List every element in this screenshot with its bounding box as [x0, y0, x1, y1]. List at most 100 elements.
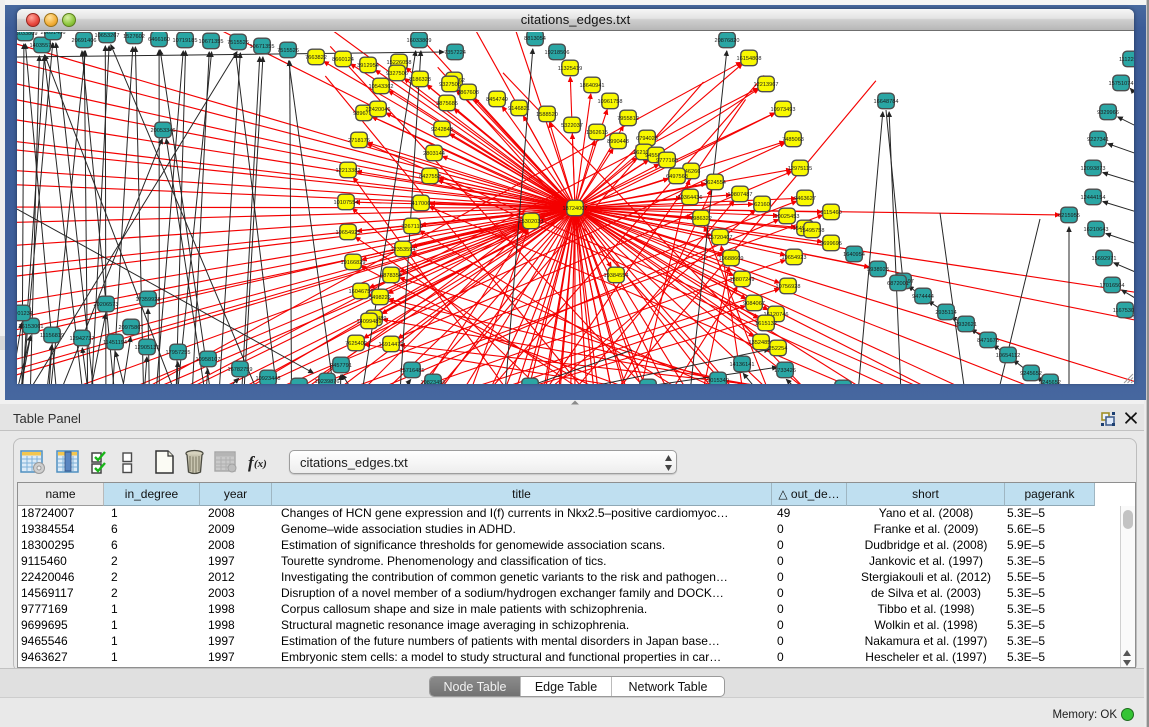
- svg-text:5901234: 5901234: [17, 311, 33, 317]
- svg-text:8660124: 8660124: [332, 57, 354, 63]
- svg-text:26153061: 26153061: [19, 324, 44, 330]
- svg-text:9329966: 9329966: [1097, 110, 1119, 116]
- svg-text:10688609: 10688609: [719, 256, 744, 262]
- svg-text:7515526: 7515526: [227, 40, 249, 46]
- svg-text:2935114: 2935114: [935, 310, 956, 316]
- svg-text:1527602: 1527602: [123, 34, 145, 40]
- svg-text:7663822: 7663822: [305, 55, 327, 61]
- svg-text:1733426: 1733426: [774, 368, 796, 374]
- svg-text:9457791: 9457791: [330, 363, 352, 369]
- svg-text:15720407: 15720407: [708, 235, 733, 241]
- svg-text:15751074: 15751074: [1109, 81, 1134, 87]
- svg-text:7932621: 7932621: [955, 322, 977, 328]
- svg-text:17359928: 17359928: [136, 297, 161, 303]
- svg-text:8990448: 8990448: [607, 139, 629, 145]
- svg-text:9015340: 9015340: [707, 378, 729, 384]
- svg-text:7485063: 7485063: [782, 137, 804, 143]
- svg-text:8427552: 8427552: [419, 174, 441, 180]
- svg-text:14099489: 14099489: [357, 319, 382, 325]
- svg-text:9115460: 9115460: [820, 210, 841, 216]
- svg-text:15716485: 15716485: [400, 368, 425, 374]
- svg-text:25302033: 25302033: [519, 219, 544, 225]
- svg-text:417006: 417006: [412, 201, 431, 207]
- svg-text:20876820: 20876820: [715, 38, 740, 44]
- svg-text:18640941: 18640941: [580, 83, 605, 89]
- svg-text:16914479: 16914479: [379, 342, 404, 348]
- svg-text:12942737: 12942737: [70, 336, 95, 342]
- svg-text:10958107: 10958107: [196, 357, 221, 363]
- svg-text:18724007: 18724007: [563, 206, 588, 212]
- svg-text:9327508: 9327508: [439, 82, 461, 88]
- svg-text:10654112: 10654112: [996, 353, 1020, 359]
- svg-text:9242848: 9242848: [431, 127, 453, 133]
- svg-text:10671355: 10671355: [250, 44, 275, 50]
- svg-text:1615132: 1615132: [755, 321, 777, 327]
- svg-text:16210643: 16210643: [1084, 227, 1109, 233]
- svg-text:5878354: 5878354: [380, 273, 402, 279]
- svg-text:18807249: 18807249: [730, 277, 755, 283]
- svg-text:10671355: 10671355: [199, 39, 224, 45]
- svg-text:3912954: 3912954: [357, 63, 379, 69]
- svg-text:2803144: 2803144: [423, 151, 445, 157]
- svg-text:9327506: 9327506: [386, 71, 408, 77]
- svg-text:9084067: 9084067: [743, 301, 765, 307]
- svg-text:17957255: 17957255: [166, 350, 191, 356]
- svg-text:8471676: 8471676: [977, 338, 999, 344]
- svg-text:9474444: 9474444: [912, 294, 934, 300]
- svg-text:7625402: 7625402: [345, 341, 367, 347]
- svg-text:19218506: 19218506: [545, 50, 570, 56]
- svg-text:12444154: 12444154: [1081, 195, 1106, 201]
- svg-text:5322037: 5322037: [561, 123, 583, 129]
- svg-text:19654923: 19654923: [782, 255, 807, 261]
- svg-text:11675309: 11675309: [1113, 308, 1134, 314]
- svg-text:11325419: 11325419: [558, 66, 582, 72]
- svg-text:1588520: 1588520: [536, 112, 558, 118]
- svg-text:8454749: 8454749: [486, 97, 508, 103]
- svg-text:20691406: 20691406: [72, 38, 97, 44]
- svg-text:3875685: 3875685: [436, 101, 458, 107]
- svg-text:10239876: 10239876: [315, 379, 340, 384]
- svg-text:20975867: 20975867: [119, 325, 144, 331]
- svg-text:10973493: 10973493: [771, 107, 796, 113]
- svg-text:10961758: 10961758: [598, 99, 623, 105]
- svg-text:9463627: 9463627: [794, 196, 816, 202]
- svg-text:19654925: 19654925: [336, 230, 361, 236]
- svg-text:10807487: 10807487: [728, 192, 753, 198]
- svg-text:10025453: 10025453: [775, 214, 800, 220]
- svg-text:16033809: 16033809: [17, 32, 37, 37]
- svg-text:6466160: 6466160: [148, 37, 170, 43]
- svg-text:10653267: 10653267: [95, 33, 120, 39]
- svg-text:12975115: 12975115: [788, 166, 812, 172]
- svg-text:8186328: 8186328: [409, 77, 431, 83]
- svg-text:15495758: 15495758: [800, 228, 825, 234]
- svg-text:9777169: 9777169: [656, 158, 678, 164]
- svg-text:3624554: 3624554: [704, 180, 726, 186]
- svg-text:2718176: 2718176: [348, 138, 370, 144]
- svg-text:12353594: 12353594: [391, 247, 416, 253]
- svg-text:62160: 62160: [754, 202, 770, 208]
- svg-text:9245652: 9245652: [1039, 380, 1061, 384]
- svg-text:12905135: 12905135: [135, 345, 160, 351]
- svg-text:9245652: 9245652: [1020, 371, 1042, 377]
- svg-text:20053346: 20053346: [151, 128, 176, 134]
- svg-text:16033809: 16033809: [407, 38, 432, 44]
- svg-text:22420046: 22420046: [366, 107, 391, 113]
- svg-text:17016504: 17016504: [1100, 283, 1125, 289]
- svg-text:9146821: 9146821: [508, 106, 530, 112]
- svg-text:7955812: 7955812: [617, 116, 639, 122]
- svg-text:16782759: 16782759: [228, 367, 253, 373]
- svg-text:9227341: 9227341: [1087, 137, 1109, 143]
- svg-text:10543362: 10543362: [369, 84, 394, 90]
- svg-text:20206573: 20206573: [94, 302, 119, 308]
- svg-text:20691406: 20691406: [41, 32, 66, 36]
- svg-text:7515526: 7515526: [277, 48, 299, 54]
- svg-text:8215955: 8215955: [1058, 213, 1080, 219]
- svg-text:11122233: 11122233: [1119, 57, 1134, 63]
- svg-text:6794028: 6794028: [636, 136, 658, 142]
- svg-text:1362615: 1362615: [586, 130, 608, 136]
- svg-text:252254: 252254: [769, 346, 788, 352]
- svg-text:10719185: 10719185: [173, 38, 198, 44]
- svg-text:9699695: 9699695: [820, 241, 842, 247]
- svg-text:20364436: 20364436: [678, 195, 703, 201]
- svg-text:7986322: 7986322: [690, 216, 712, 222]
